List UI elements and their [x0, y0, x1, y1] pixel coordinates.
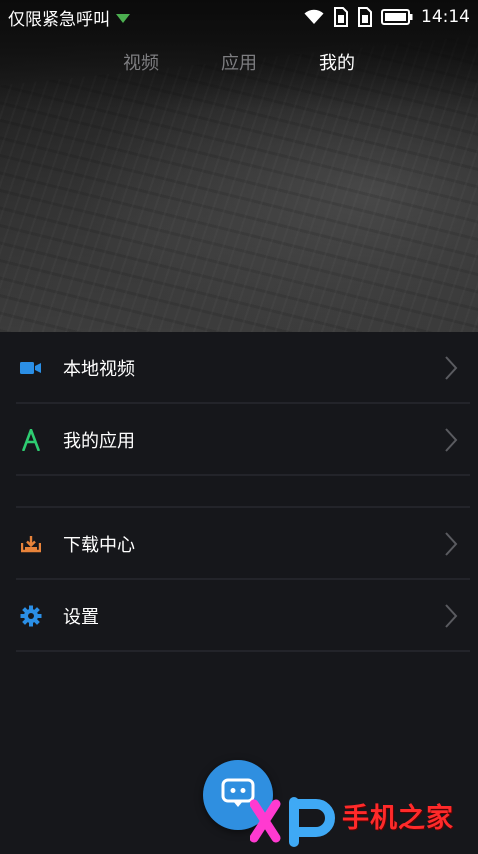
divider: [16, 474, 470, 476]
menu-item-download-center[interactable]: 下载中心: [0, 508, 478, 580]
divider: [16, 650, 470, 652]
download-tray-icon: [20, 533, 42, 555]
menu-group-secondary: 下载中心 设置: [0, 508, 478, 652]
chevron-right-icon: [444, 355, 458, 381]
clock-time: 14:14: [421, 7, 470, 27]
tab-video[interactable]: 视频: [121, 47, 161, 77]
status-bar: 仅限紧急呼叫 14:14: [0, 0, 478, 34]
gear-icon: [20, 605, 42, 627]
menu-item-label: 下载中心: [63, 535, 135, 556]
watermark-logo: 手机之家: [249, 790, 475, 850]
menu-item-label: 我的应用: [63, 431, 135, 452]
menu-item-my-apps[interactable]: 我的应用: [0, 404, 478, 476]
menu-item-label: 本地视频: [63, 359, 135, 380]
sim-card-1-icon: [333, 7, 349, 27]
chevron-right-icon: [444, 531, 458, 557]
menu-item-settings[interactable]: 设置: [0, 580, 478, 652]
tab-mine[interactable]: 我的: [317, 47, 357, 77]
xp-logo-icon: [249, 797, 335, 847]
menu-item-local-video[interactable]: 本地视频: [0, 332, 478, 404]
my-apps-icon: [20, 429, 42, 451]
chevron-right-icon: [444, 427, 458, 453]
signal-arrow-icon: [116, 13, 130, 23]
top-tab-bar: 视频 应用 我的: [0, 40, 478, 84]
wifi-icon: [303, 8, 325, 26]
menu-group-primary: 本地视频 我的应用: [0, 332, 478, 476]
chevron-right-icon: [444, 603, 458, 629]
battery-icon: [381, 9, 413, 25]
menu-item-label: 设置: [63, 607, 99, 628]
tab-apps[interactable]: 应用: [219, 47, 259, 77]
watermark-text: 手机之家: [342, 803, 454, 834]
app-screen: 仅限紧急呼叫 14:14 视频 应用 我的 本地视频 我的应用 下载中心 设置 …: [0, 0, 478, 854]
sim-card-2-icon: [357, 7, 373, 27]
carrier-text: 仅限紧急呼叫: [8, 9, 110, 30]
local-video-icon: [20, 357, 42, 379]
